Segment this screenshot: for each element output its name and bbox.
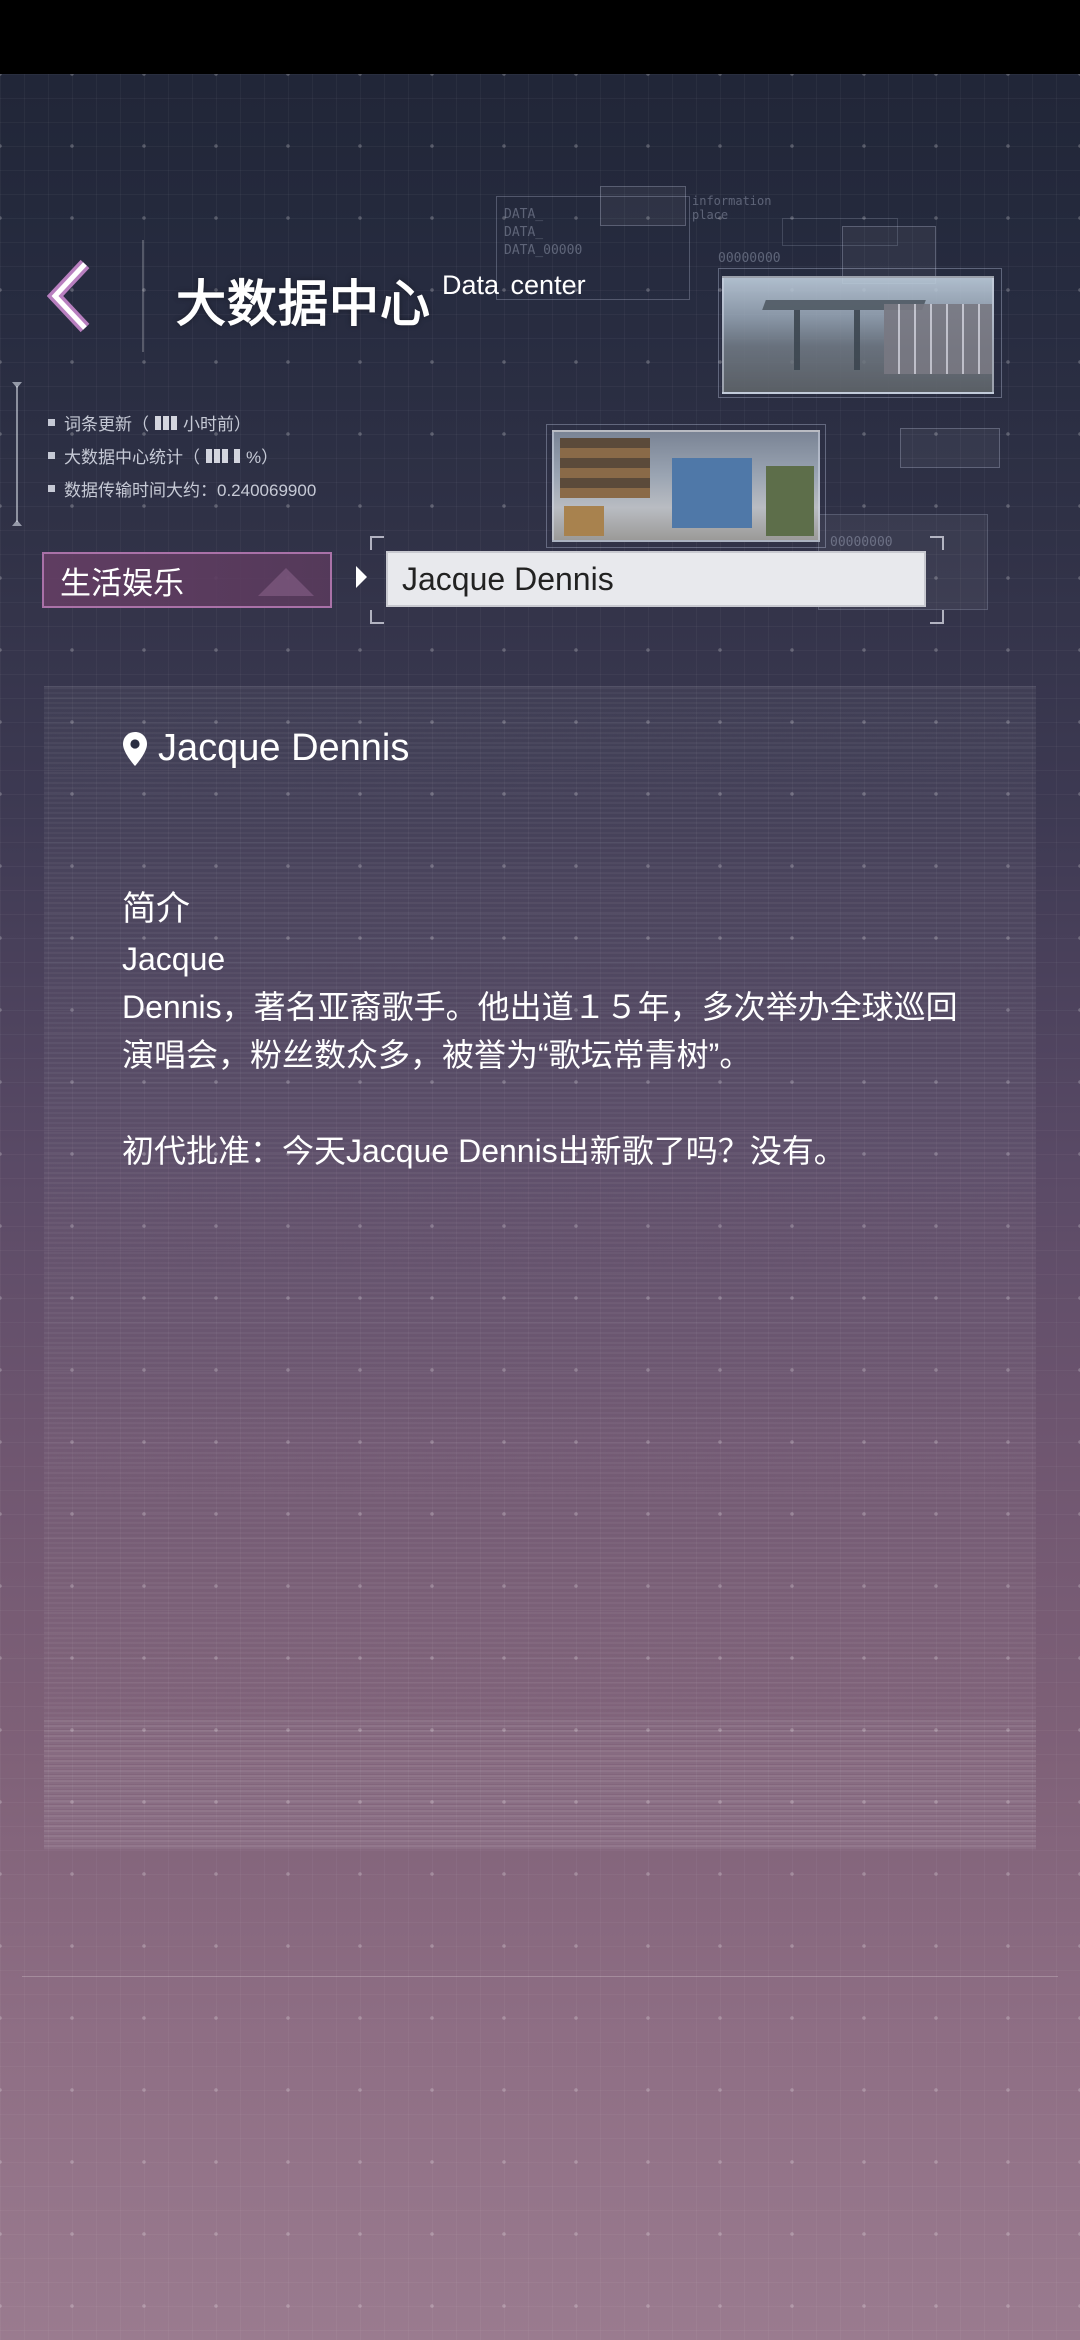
stat-entry-update: 词条更新（ 小时前）	[48, 406, 316, 439]
stat-transfer-time: 数据传输时间大约：0.240069900	[48, 472, 316, 505]
page-subtitle: Data center	[442, 270, 586, 300]
redacted-value-icon	[206, 448, 240, 463]
entry-body: 简介 Jacque Dennis，著名亚裔歌手。他出道１５年，多次举办全球巡回演…	[122, 885, 982, 1175]
triangle-right-icon	[356, 566, 367, 588]
hud-data-lines: DATA_ DATA_ DATA_00000	[504, 207, 583, 258]
entry-card: Jacque Dennis 简介 Jacque Dennis，著名亚裔歌手。他出…	[44, 686, 1036, 1850]
bottom-divider	[22, 1976, 1058, 1977]
stat-entry-update-label: 词条更新（	[64, 415, 149, 434]
stat-center-count-suffix: %）	[246, 448, 279, 467]
status-bar	[0, 0, 1080, 74]
stat-transfer-time-label: 数据传输时间大约：0.240069900	[64, 481, 317, 500]
back-button[interactable]	[40, 256, 100, 336]
chevron-left-icon	[47, 259, 90, 333]
search-input[interactable]	[386, 551, 926, 607]
stats-list: 词条更新（ 小时前） 大数据中心统计（ %） 数据传输时间大约：0.240069…	[48, 406, 316, 505]
location-pin-icon	[123, 731, 147, 766]
entry-paragraph: 初代批准：今天Jacque Dennis出新歌了吗？没有。	[122, 1133, 846, 1169]
stat-entry-update-suffix: 小时前）	[183, 415, 251, 434]
entry-header: Jacque Dennis	[122, 727, 409, 770]
entry-name: Jacque Dennis	[158, 727, 410, 769]
stats-bracket	[12, 382, 24, 526]
page-title: 大数据中心	[176, 276, 431, 332]
stat-center-count: 大数据中心统计（ %）	[48, 439, 316, 472]
header-divider	[142, 240, 144, 352]
station-photo	[722, 276, 994, 394]
category-tab[interactable]: 生活娱乐	[42, 552, 332, 608]
redacted-value-icon	[155, 415, 177, 430]
category-label: 生活娱乐	[60, 565, 184, 601]
stat-center-count-label: 大数据中心统计（	[64, 448, 200, 467]
hud-counter-1: 00000000	[718, 251, 781, 266]
warehouse-photo	[552, 430, 820, 542]
section-title-intro: 简介	[122, 890, 190, 928]
hud-info-label: information place	[692, 194, 772, 222]
entry-paragraph: Jacque Dennis，著名亚裔歌手。他出道１５年，多次举办全球巡回演唱会，…	[122, 941, 958, 1073]
